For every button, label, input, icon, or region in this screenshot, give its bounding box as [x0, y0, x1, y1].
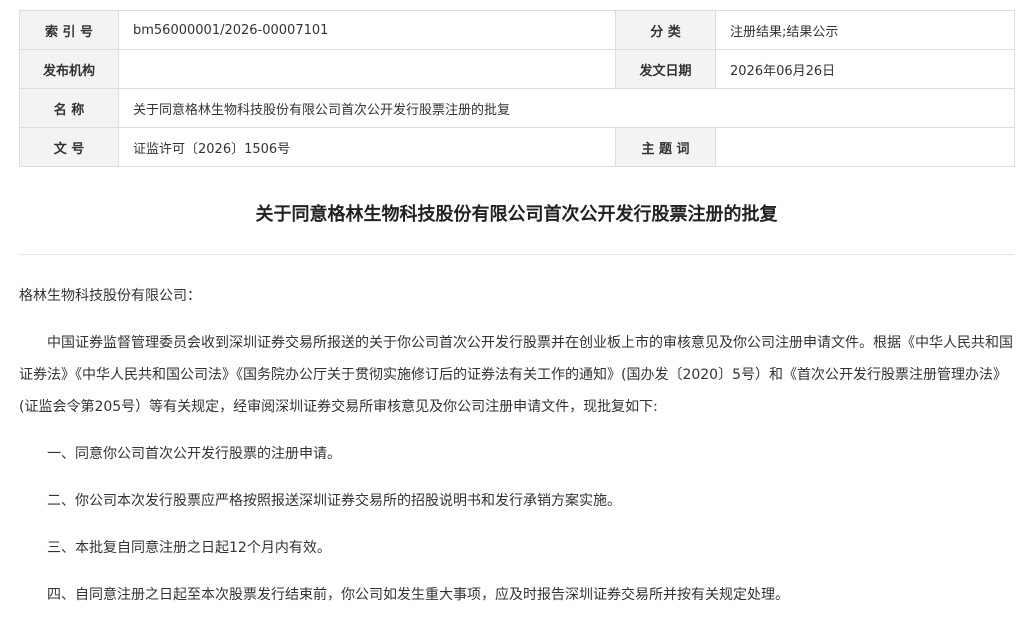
meta-row: 索 引 号 bm56000001/2026-00007101 分 类 注册结果;…: [19, 10, 1015, 50]
name-value: 关于同意格林生物科技股份有限公司首次公开发行股票注册的批复: [118, 88, 1015, 128]
reply-item-4: 四、自同意注册之日起至本次股票发行结束前，你公司如发生重大事项，应及时报告深圳证…: [47, 587, 789, 603]
document-number-value: 证监许可〔2026〕1506号: [118, 127, 616, 167]
meta-row: 发布机构 发文日期 2026年06月26日: [19, 49, 1015, 89]
index-number-value: bm56000001/2026-00007101: [118, 10, 616, 50]
name-label: 名 称: [19, 88, 119, 128]
meta-row: 文 号 证监许可〔2026〕1506号 主 题 词: [19, 127, 1015, 167]
reply-item-1: 一、同意你公司首次公开发行股票的注册申请。: [47, 446, 341, 462]
document-body: 格林生物科技股份有限公司： 中国证券监督管理委员会收到深圳证券交易所报送的关于你…: [19, 280, 1015, 626]
issue-date-value: 2026年06月26日: [715, 49, 1015, 89]
index-number-label: 索 引 号: [19, 10, 119, 50]
reply-item-3: 三、本批复自同意注册之日起12个月内有效。: [47, 540, 331, 556]
publisher-value: [118, 49, 616, 89]
keywords-label: 主 题 词: [615, 127, 716, 167]
title-divider: [19, 254, 1014, 255]
keywords-value: [715, 127, 1015, 167]
category-value: 注册结果;结果公示: [715, 10, 1015, 50]
salutation: 格林生物科技股份有限公司：: [19, 288, 201, 304]
intro-paragraph: 中国证券监督管理委员会收到深圳证券交易所报送的关于你公司首次公开发行股票并在创业…: [19, 335, 1013, 415]
meta-row: 名 称 关于同意格林生物科技股份有限公司首次公开发行股票注册的批复: [19, 88, 1015, 128]
document-title: 关于同意格林生物科技股份有限公司首次公开发行股票注册的批复: [255, 204, 778, 225]
publisher-label: 发布机构: [19, 49, 119, 89]
category-label: 分 类: [615, 10, 716, 50]
reply-item-2: 二、你公司本次发行股票应严格按照报送深圳证券交易所的招股说明书和发行承销方案实施…: [47, 493, 621, 509]
document-metadata-table: 索 引 号 bm56000001/2026-00007101 分 类 注册结果;…: [19, 10, 1015, 167]
document-number-label: 文 号: [19, 127, 119, 167]
issue-date-label: 发文日期: [615, 49, 716, 89]
